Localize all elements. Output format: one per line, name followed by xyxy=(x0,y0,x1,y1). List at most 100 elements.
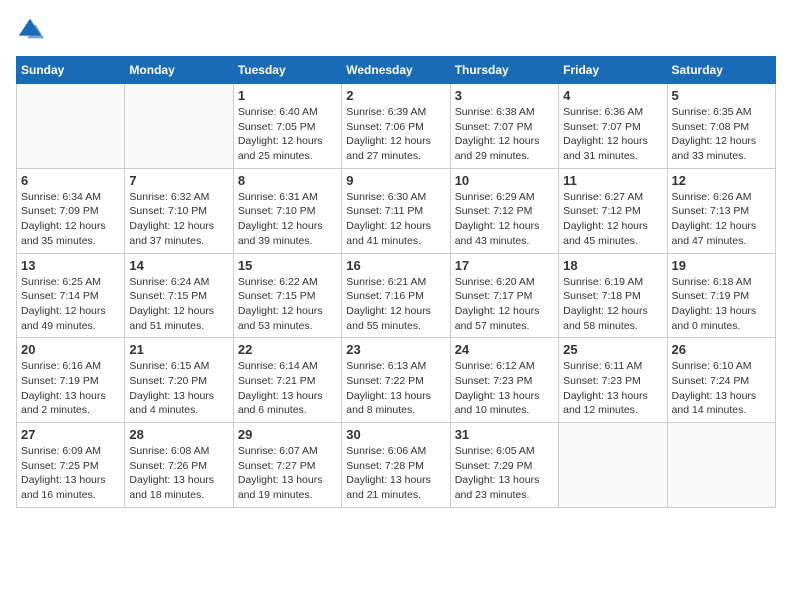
day-info: Sunrise: 6:39 AM Sunset: 7:06 PM Dayligh… xyxy=(346,105,445,164)
calendar-cell: 31 Sunrise: 6:05 AM Sunset: 7:29 PM Dayli… xyxy=(450,423,558,508)
day-number: 18 xyxy=(563,258,662,273)
calendar-cell: 14 Sunrise: 6:24 AM Sunset: 7:15 PM Dayli… xyxy=(125,253,233,338)
day-number: 20 xyxy=(21,342,120,357)
calendar-cell: 23 Sunrise: 6:13 AM Sunset: 7:22 PM Dayli… xyxy=(342,338,450,423)
day-info: Sunrise: 6:20 AM Sunset: 7:17 PM Dayligh… xyxy=(455,275,554,334)
calendar-cell: 17Sunrise: 6:20 AM Sunset: 7:17 PM Dayli… xyxy=(450,253,558,338)
calendar-cell xyxy=(559,423,667,508)
calendar-cell: 28 Sunrise: 6:08 AM Sunset: 7:26 PM Dayli… xyxy=(125,423,233,508)
day-info: Sunrise: 6:34 AM Sunset: 7:09 PM Dayligh… xyxy=(21,190,120,249)
logo xyxy=(16,16,48,44)
day-number: 5 xyxy=(672,88,771,103)
calendar-cell: 30 Sunrise: 6:06 AM Sunset: 7:28 PM Dayli… xyxy=(342,423,450,508)
day-number: 26 xyxy=(672,342,771,357)
day-info: Sunrise: 6:25 AM Sunset: 7:14 PM Dayligh… xyxy=(21,275,120,334)
column-header-sunday: Sunday xyxy=(17,57,125,84)
calendar-cell: 27 Sunrise: 6:09 AM Sunset: 7:25 PM Dayli… xyxy=(17,423,125,508)
day-info: Sunrise: 6:29 AM Sunset: 7:12 PM Dayligh… xyxy=(455,190,554,249)
day-info: Sunrise: 6:36 AM Sunset: 7:07 PM Dayligh… xyxy=(563,105,662,164)
day-info: Sunrise: 6:06 AM Sunset: 7:28 PM Dayligh… xyxy=(346,444,445,503)
calendar-cell: 6 Sunrise: 6:34 AM Sunset: 7:09 PM Daylig… xyxy=(17,168,125,253)
day-number: 19 xyxy=(672,258,771,273)
calendar-cell: 20 Sunrise: 6:16 AM Sunset: 7:19 PM Dayli… xyxy=(17,338,125,423)
calendar-cell: 9 Sunrise: 6:30 AM Sunset: 7:11 PM Daylig… xyxy=(342,168,450,253)
day-number: 9 xyxy=(346,173,445,188)
calendar-cell: 19 Sunrise: 6:18 AM Sunset: 7:19 PM Dayli… xyxy=(667,253,775,338)
day-number: 10 xyxy=(455,173,554,188)
day-number: 29 xyxy=(238,427,337,442)
calendar-cell: 29 Sunrise: 6:07 AM Sunset: 7:27 PM Dayli… xyxy=(233,423,341,508)
day-info: Sunrise: 6:07 AM Sunset: 7:27 PM Dayligh… xyxy=(238,444,337,503)
day-number: 25 xyxy=(563,342,662,357)
calendar-cell: 18 Sunrise: 6:19 AM Sunset: 7:18 PM Dayli… xyxy=(559,253,667,338)
day-number: 11 xyxy=(563,173,662,188)
calendar-week-1: 1Sunrise: 6:40 AM Sunset: 7:05 PM Daylig… xyxy=(17,84,776,169)
column-header-wednesday: Wednesday xyxy=(342,57,450,84)
day-info: Sunrise: 6:11 AM Sunset: 7:23 PM Dayligh… xyxy=(563,359,662,418)
calendar-cell: 13 Sunrise: 6:25 AM Sunset: 7:14 PM Dayli… xyxy=(17,253,125,338)
day-info: Sunrise: 6:24 AM Sunset: 7:15 PM Dayligh… xyxy=(129,275,228,334)
day-number: 7 xyxy=(129,173,228,188)
day-number: 31 xyxy=(455,427,554,442)
day-number: 12 xyxy=(672,173,771,188)
calendar-cell: 5 Sunrise: 6:35 AM Sunset: 7:08 PM Daylig… xyxy=(667,84,775,169)
day-info: Sunrise: 6:14 AM Sunset: 7:21 PM Dayligh… xyxy=(238,359,337,418)
day-info: Sunrise: 6:05 AM Sunset: 7:29 PM Dayligh… xyxy=(455,444,554,503)
day-number: 3 xyxy=(455,88,554,103)
day-number: 23 xyxy=(346,342,445,357)
day-info: Sunrise: 6:16 AM Sunset: 7:19 PM Dayligh… xyxy=(21,359,120,418)
day-number: 6 xyxy=(21,173,120,188)
day-info: Sunrise: 6:09 AM Sunset: 7:25 PM Dayligh… xyxy=(21,444,120,503)
calendar-cell: 10 Sunrise: 6:29 AM Sunset: 7:12 PM Dayli… xyxy=(450,168,558,253)
day-info: Sunrise: 6:21 AM Sunset: 7:16 PM Dayligh… xyxy=(346,275,445,334)
day-info: Sunrise: 6:12 AM Sunset: 7:23 PM Dayligh… xyxy=(455,359,554,418)
day-info: Sunrise: 6:18 AM Sunset: 7:19 PM Dayligh… xyxy=(672,275,771,334)
calendar-cell: 16 Sunrise: 6:21 AM Sunset: 7:16 PM Dayli… xyxy=(342,253,450,338)
day-info: Sunrise: 6:13 AM Sunset: 7:22 PM Dayligh… xyxy=(346,359,445,418)
calendar-cell: 4Sunrise: 6:36 AM Sunset: 7:07 PM Daylig… xyxy=(559,84,667,169)
calendar-cell: 11 Sunrise: 6:27 AM Sunset: 7:12 PM Dayli… xyxy=(559,168,667,253)
calendar-cell: 3 Sunrise: 6:38 AM Sunset: 7:07 PM Daylig… xyxy=(450,84,558,169)
day-info: Sunrise: 6:38 AM Sunset: 7:07 PM Dayligh… xyxy=(455,105,554,164)
day-number: 13 xyxy=(21,258,120,273)
day-info: Sunrise: 6:31 AM Sunset: 7:10 PM Dayligh… xyxy=(238,190,337,249)
day-info: Sunrise: 6:40 AM Sunset: 7:05 PM Dayligh… xyxy=(238,105,337,164)
logo-icon xyxy=(16,16,44,44)
day-info: Sunrise: 6:32 AM Sunset: 7:10 PM Dayligh… xyxy=(129,190,228,249)
calendar-week-4: 20 Sunrise: 6:16 AM Sunset: 7:19 PM Dayli… xyxy=(17,338,776,423)
day-info: Sunrise: 6:22 AM Sunset: 7:15 PM Dayligh… xyxy=(238,275,337,334)
day-number: 27 xyxy=(21,427,120,442)
calendar-cell: 2 Sunrise: 6:39 AM Sunset: 7:06 PM Daylig… xyxy=(342,84,450,169)
day-info: Sunrise: 6:35 AM Sunset: 7:08 PM Dayligh… xyxy=(672,105,771,164)
day-number: 14 xyxy=(129,258,228,273)
day-number: 16 xyxy=(346,258,445,273)
day-number: 8 xyxy=(238,173,337,188)
calendar-cell: 25 Sunrise: 6:11 AM Sunset: 7:23 PM Dayli… xyxy=(559,338,667,423)
day-number: 15 xyxy=(238,258,337,273)
calendar-table: SundayMondayTuesdayWednesdayThursdayFrid… xyxy=(16,56,776,508)
calendar-cell xyxy=(17,84,125,169)
day-number: 28 xyxy=(129,427,228,442)
day-number: 22 xyxy=(238,342,337,357)
day-info: Sunrise: 6:30 AM Sunset: 7:11 PM Dayligh… xyxy=(346,190,445,249)
column-header-friday: Friday xyxy=(559,57,667,84)
day-number: 30 xyxy=(346,427,445,442)
calendar-week-2: 6 Sunrise: 6:34 AM Sunset: 7:09 PM Daylig… xyxy=(17,168,776,253)
day-number: 2 xyxy=(346,88,445,103)
calendar-cell: 1Sunrise: 6:40 AM Sunset: 7:05 PM Daylig… xyxy=(233,84,341,169)
column-header-tuesday: Tuesday xyxy=(233,57,341,84)
calendar-cell: 26 Sunrise: 6:10 AM Sunset: 7:24 PM Dayli… xyxy=(667,338,775,423)
column-header-saturday: Saturday xyxy=(667,57,775,84)
calendar-week-3: 13 Sunrise: 6:25 AM Sunset: 7:14 PM Dayli… xyxy=(17,253,776,338)
day-number: 21 xyxy=(129,342,228,357)
day-info: Sunrise: 6:19 AM Sunset: 7:18 PM Dayligh… xyxy=(563,275,662,334)
day-info: Sunrise: 6:08 AM Sunset: 7:26 PM Dayligh… xyxy=(129,444,228,503)
calendar-cell: 12Sunrise: 6:26 AM Sunset: 7:13 PM Dayli… xyxy=(667,168,775,253)
calendar-header-row: SundayMondayTuesdayWednesdayThursdayFrid… xyxy=(17,57,776,84)
day-info: Sunrise: 6:10 AM Sunset: 7:24 PM Dayligh… xyxy=(672,359,771,418)
calendar-cell: 22 Sunrise: 6:14 AM Sunset: 7:21 PM Dayli… xyxy=(233,338,341,423)
calendar-cell: 21Sunrise: 6:15 AM Sunset: 7:20 PM Dayli… xyxy=(125,338,233,423)
day-info: Sunrise: 6:27 AM Sunset: 7:12 PM Dayligh… xyxy=(563,190,662,249)
calendar-cell xyxy=(125,84,233,169)
calendar-cell xyxy=(667,423,775,508)
